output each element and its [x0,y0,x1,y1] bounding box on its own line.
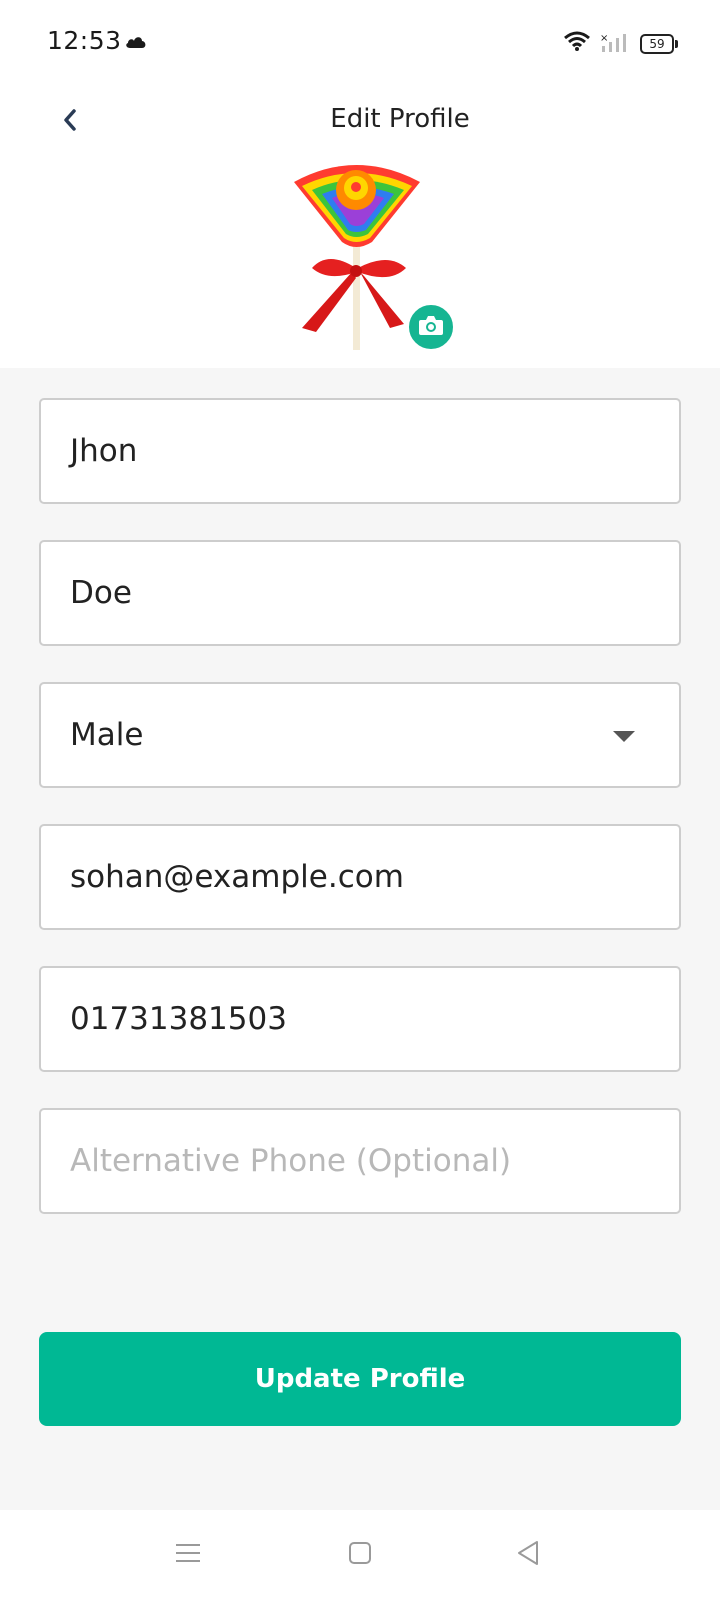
first-name-input[interactable]: Jhon [39,398,681,504]
update-profile-button[interactable]: Update Profile [39,1332,681,1426]
dropdown-arrow-icon [613,731,635,742]
wifi-icon [563,30,591,56]
last-name-input[interactable]: Doe [39,540,681,646]
header: Edit Profile [0,88,720,158]
alt-phone-input[interactable]: Alternative Phone (Optional) [39,1108,681,1214]
back-icon [516,1540,540,1570]
phone-input[interactable]: 01731381503 [39,966,681,1072]
status-bar: 12:53 × 59 [0,0,720,88]
svg-text:×: × [600,33,608,44]
camera-icon [418,314,444,340]
email-input[interactable]: sohan@example.com [39,824,681,930]
battery-icon: 59 [640,34,678,54]
home-icon [348,1541,372,1569]
signal-icon: × [600,32,628,58]
change-photo-button[interactable] [406,302,456,352]
gender-value: Male [70,717,144,753]
page-title: Edit Profile [330,104,470,134]
home-nav-button[interactable] [340,1535,380,1575]
menu-icon [175,1542,201,1568]
back-nav-button[interactable] [508,1535,548,1575]
gender-select[interactable]: Male [39,682,681,788]
status-time: 12:53 [47,26,122,55]
menu-nav-button[interactable] [168,1535,208,1575]
system-nav-bar [0,1510,720,1600]
cloud-icon [125,34,147,53]
